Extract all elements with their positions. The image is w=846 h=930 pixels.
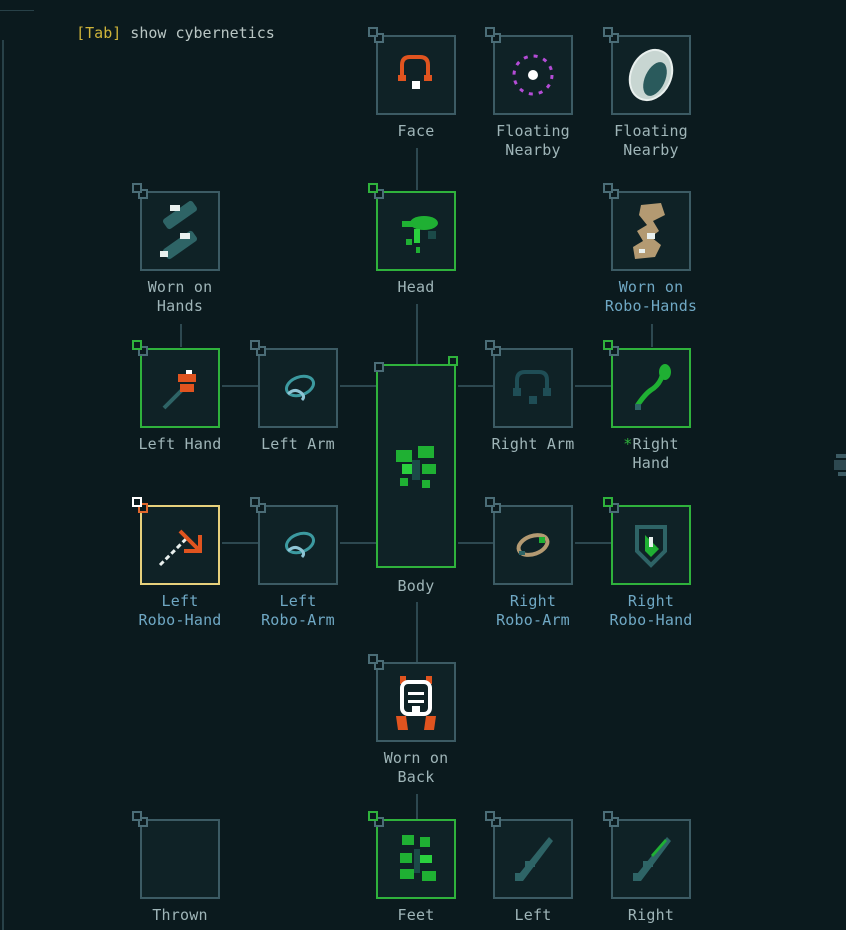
slot-label: Right xyxy=(627,906,675,924)
headset-icon xyxy=(398,55,432,89)
toggle-cybernetics-hint[interactable]: [Tab] show cybernetics xyxy=(40,0,275,42)
green-vine-icon xyxy=(634,364,671,410)
tan-ring-icon xyxy=(516,533,550,557)
green-shield-icon xyxy=(635,525,667,568)
leafy-body-icon xyxy=(396,446,436,488)
robo-arrow-tool-icon xyxy=(158,529,202,567)
green-rifle-icon xyxy=(633,837,671,881)
floating-orb-icon xyxy=(512,54,554,96)
offscreen-item-icon xyxy=(834,454,846,476)
corner-bottom-right xyxy=(132,811,142,821)
arm-coil-icon xyxy=(284,531,316,559)
equipment-screen: [Tab] show cybernetics Face Floating Nea… xyxy=(0,0,846,930)
slot-label: Left Robo-Arm xyxy=(261,592,335,629)
headset-icon xyxy=(513,370,551,404)
slot-label-text: Right Hand xyxy=(632,435,679,472)
show-cybernetics-label: show cybernetics xyxy=(121,24,275,42)
arm-coil-icon xyxy=(284,374,316,402)
red-wrench-icon xyxy=(162,370,196,410)
slot-label: Left Arm xyxy=(261,435,335,453)
equipped-star: * xyxy=(623,435,633,453)
slot-label: Floating Nearby xyxy=(614,122,688,159)
tab-key-label: [Tab] xyxy=(76,24,122,42)
slot-frame xyxy=(140,819,220,899)
slot-label: Worn on Hands xyxy=(147,278,213,315)
jetpack-icon xyxy=(396,676,436,730)
leafy-feet-icon xyxy=(400,835,436,881)
rifle-icon xyxy=(515,837,553,881)
floating-disc-icon xyxy=(628,48,674,102)
tan-wraps-icon xyxy=(633,203,665,259)
corner-top-left xyxy=(374,362,384,372)
plant-head-icon xyxy=(402,216,438,253)
corner-bottom-right xyxy=(448,356,458,366)
slot-label: *Right Hand xyxy=(581,435,721,473)
slot-label: Right Robo-Hand xyxy=(609,592,693,629)
slot-label: Worn on Back xyxy=(383,749,449,786)
slot-label: Thrown xyxy=(152,906,208,924)
slot-label: Head xyxy=(397,278,435,296)
bandage-wraps-icon xyxy=(160,200,198,260)
slot-label: Worn on Robo-Hands xyxy=(604,278,698,315)
